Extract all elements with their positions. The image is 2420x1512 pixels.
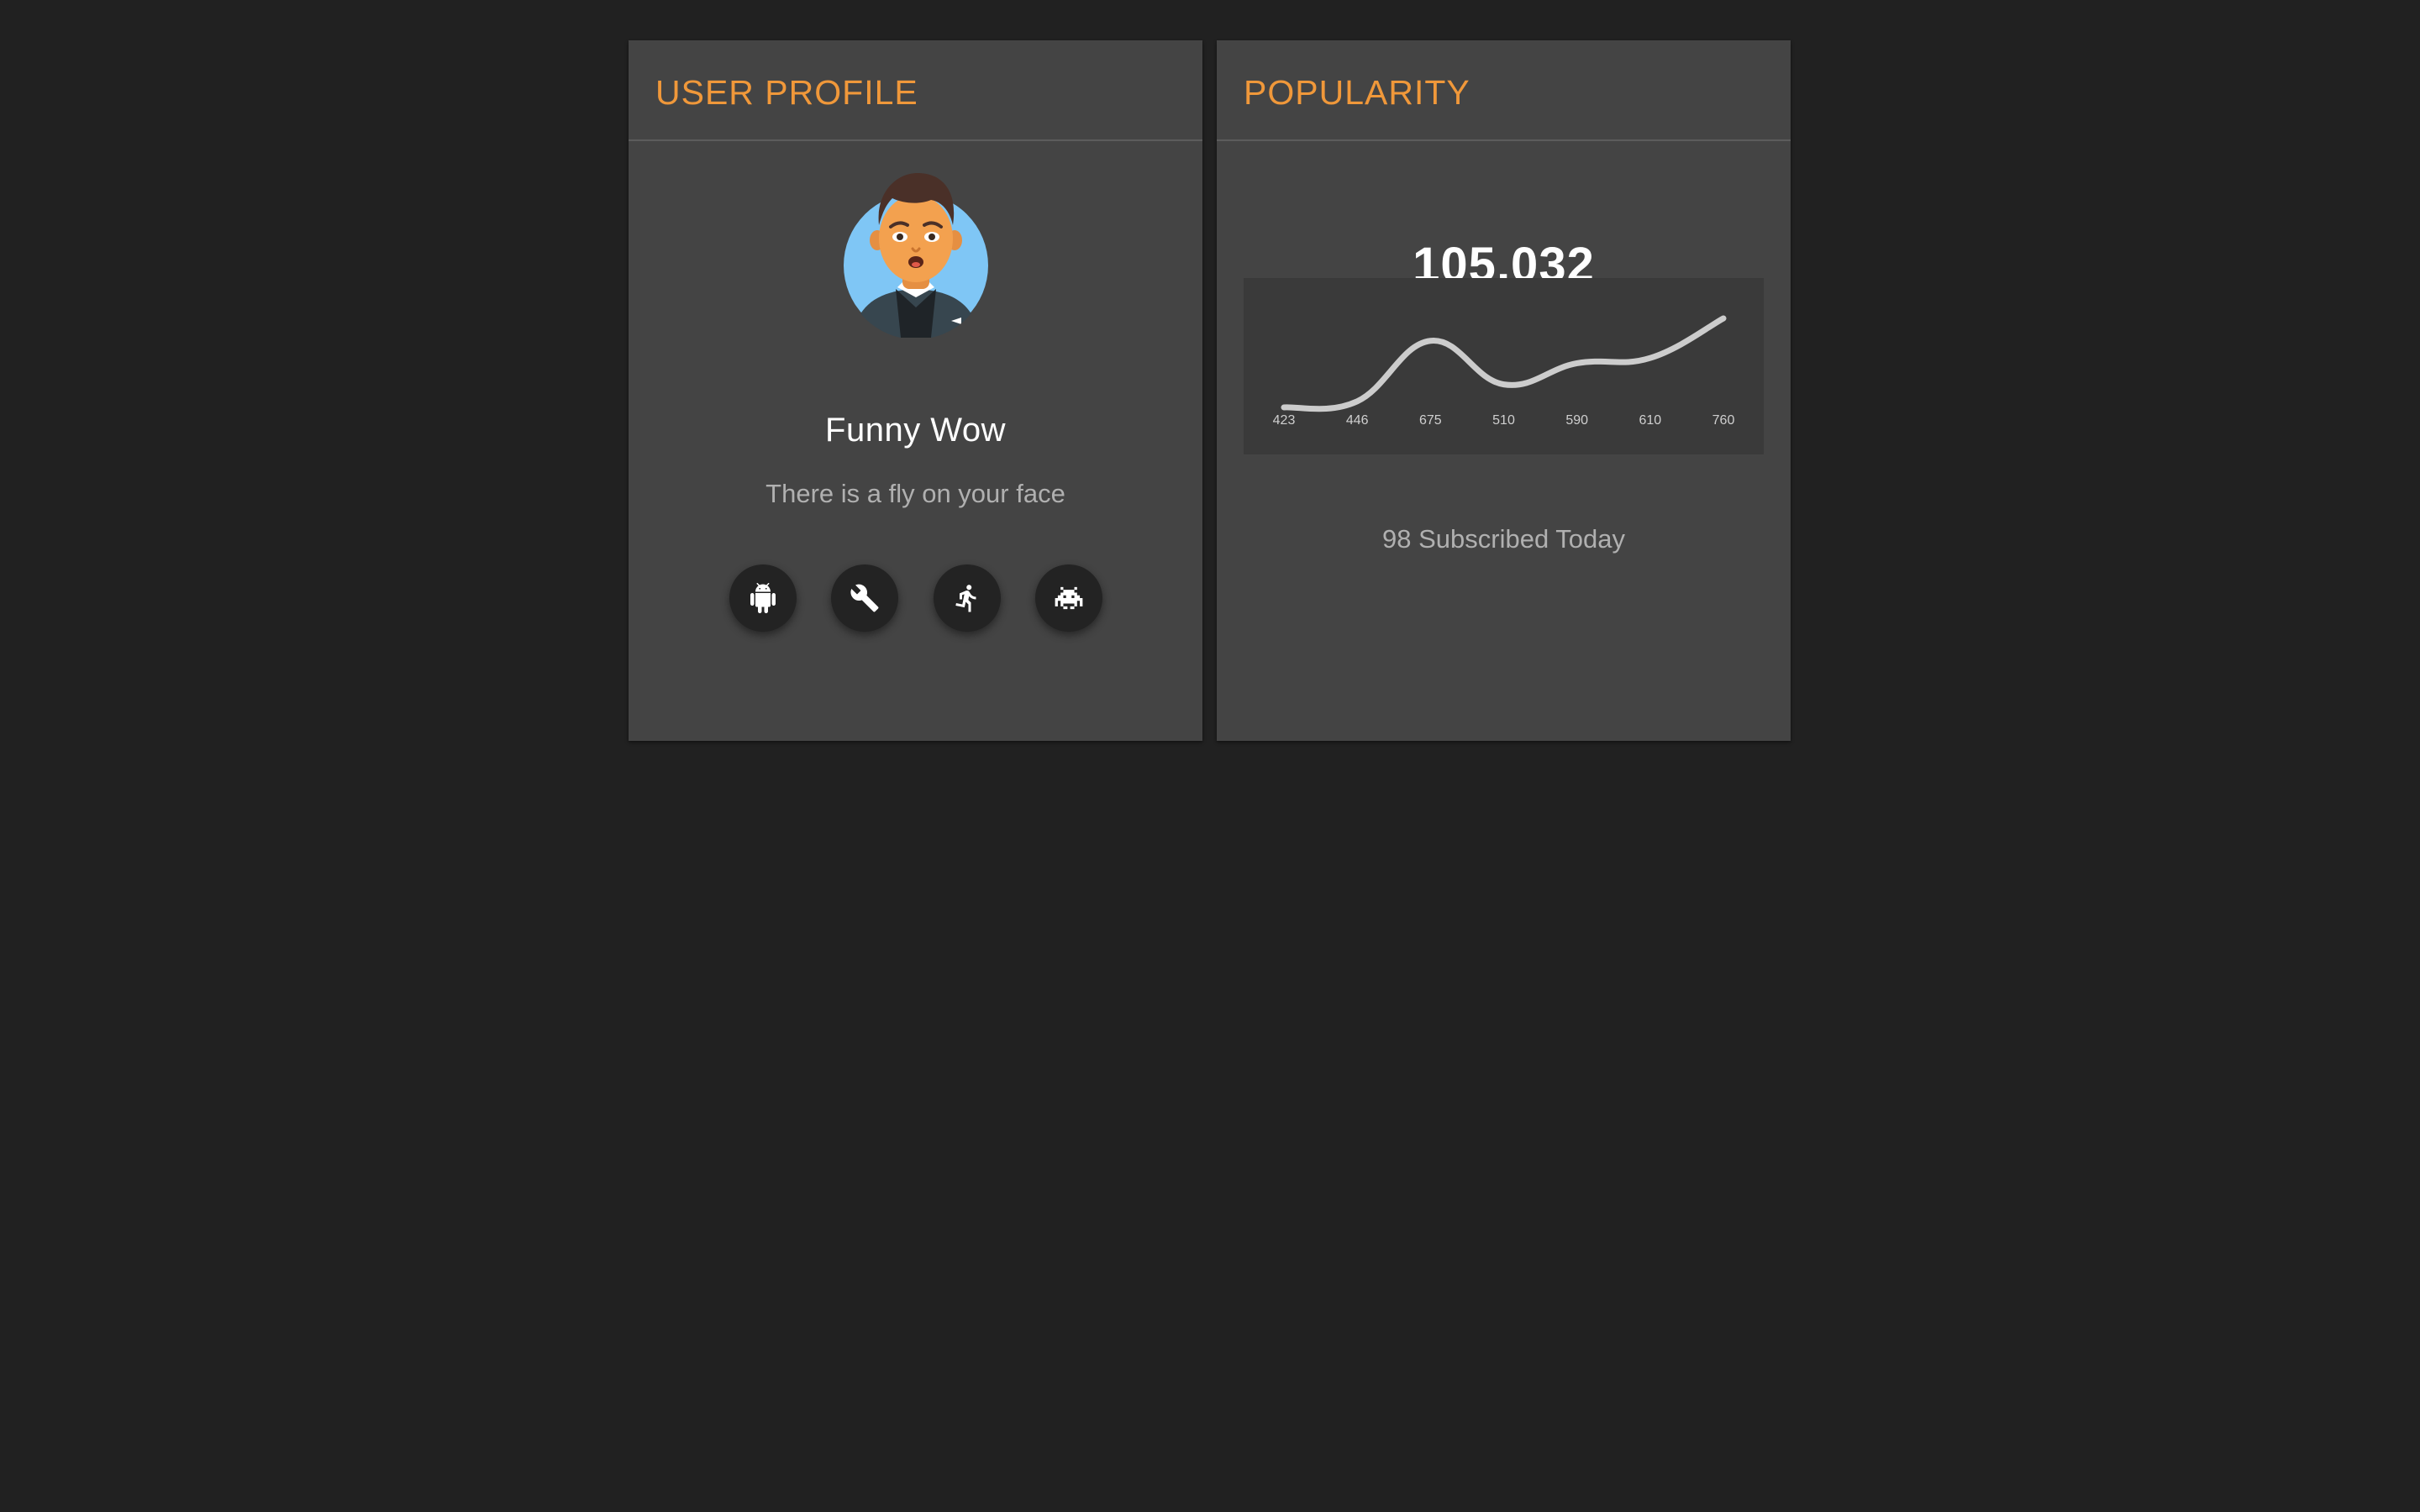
profile-actions <box>729 564 1102 632</box>
running-person-icon <box>955 585 976 612</box>
popularity-header: POPULARITY <box>1217 40 1791 141</box>
game-button[interactable] <box>1034 564 1102 632</box>
user-name: Funny Wow <box>825 412 1006 449</box>
wrench-button[interactable] <box>831 564 899 632</box>
chart-tick-label: 675 <box>1419 413 1442 428</box>
popularity-card: POPULARITY 105,032 423 446 675 510 590 610 760… <box>1217 40 1791 741</box>
avatar <box>844 173 988 338</box>
chart-tick-label: 760 <box>1712 413 1735 428</box>
user-profile-title: USER PROFILE <box>655 72 918 112</box>
popularity-chart-svg: 423 446 675 510 590 610 760 <box>1273 315 1735 428</box>
running-button[interactable] <box>933 564 1001 632</box>
user-profile-header: USER PROFILE <box>629 40 1202 141</box>
subscribed-today: 98 Subscribed Today <box>1382 524 1625 554</box>
wrench-icon <box>850 584 879 612</box>
chart-tick-label: 610 <box>1639 413 1661 428</box>
chart-tick-label: 423 <box>1273 413 1296 428</box>
android-icon <box>750 583 776 613</box>
space-invader-icon <box>1055 586 1083 610</box>
android-button[interactable] <box>729 564 797 632</box>
dashboard: USER PROFILE Funny Wow There is a fly on… <box>0 0 2420 1512</box>
chart-tick-label: 590 <box>1565 413 1588 428</box>
user-profile-card: USER PROFILE Funny Wow There is a fly on… <box>629 40 1202 741</box>
chart-tick-labels: 423 446 675 510 590 610 760 <box>1273 413 1735 428</box>
popularity-title: POPULARITY <box>1244 72 1470 112</box>
chart-tick-label: 510 <box>1492 413 1515 428</box>
chart-tick-label: 446 <box>1346 413 1369 428</box>
chart-series-line <box>1281 315 1727 412</box>
popularity-chart: 423 446 675 510 590 610 760 <box>1244 278 1764 454</box>
user-status: There is a fly on your face <box>765 479 1065 508</box>
